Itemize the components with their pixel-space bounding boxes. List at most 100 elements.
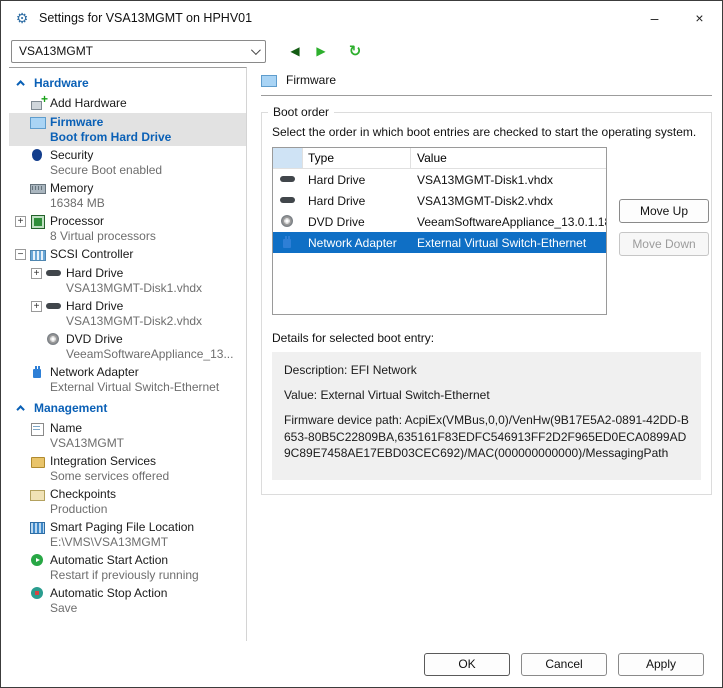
minimize-button[interactable]: – — [632, 1, 677, 35]
sidebar-item-add-hardware[interactable]: Add Hardware — [9, 94, 246, 113]
item-label: Security — [50, 148, 93, 162]
window-title: Settings for VSA13MGMT on HPHV01 — [39, 11, 632, 25]
apply-button[interactable]: Apply — [618, 653, 704, 676]
boot-entry-icon-cell — [273, 236, 303, 249]
section-header-management[interactable]: Management — [9, 396, 246, 419]
item-sublabel: VeeamSoftwareAppliance_13... — [31, 347, 246, 361]
item-label: Automatic Stop Action — [50, 586, 167, 600]
sidebar-item-hard-drive[interactable]: +Hard DriveVSA13MGMT-Disk1.vhdx — [9, 264, 246, 297]
network-adapter-icon — [280, 236, 296, 249]
sidebar-item-automatic-stop-action[interactable]: Automatic Stop ActionSave — [9, 584, 246, 617]
close-button[interactable]: × — [677, 1, 722, 35]
vm-selector-value: VSA13MGMT — [19, 44, 93, 58]
item-sublabel: Save — [15, 601, 246, 615]
toolbar: VSA13MGMT ◀ ▶ ↻ — [1, 35, 722, 67]
item-sublabel: 16384 MB — [15, 196, 246, 210]
add-hardware-icon — [30, 97, 46, 110]
boot-entry-network-adapter[interactable]: Network AdapterExternal Virtual Switch-E… — [273, 232, 606, 253]
vm-selector[interactable]: VSA13MGMT — [11, 40, 266, 63]
boot-order-table-area: Type Value Hard DriveVSA13MGMT-Disk1.vhd… — [272, 147, 701, 315]
column-header-icon — [273, 148, 303, 168]
sidebar-item-dvd-drive[interactable]: DVD DriveVeeamSoftwareAppliance_13... — [9, 330, 246, 363]
boot-entry-value: VSA13MGMT-Disk1.vhdx — [411, 173, 606, 187]
collapse-chevron-icon — [16, 80, 24, 88]
item-sublabel: Production — [15, 502, 246, 516]
item-sublabel: Secure Boot enabled — [15, 163, 246, 177]
column-header-type: Type — [303, 148, 411, 168]
tree-expander-plus-icon[interactable]: + — [31, 268, 42, 279]
content-area: HardwareAdd HardwareFirmwareBoot from Ha… — [1, 67, 722, 641]
details-device-path: Firmware device path: AcpiEx(VMBus,0,0)/… — [284, 412, 689, 461]
item-sublabel: Boot from Hard Drive — [15, 130, 246, 144]
boot-order-group: Boot order Select the order in which boo… — [261, 112, 712, 495]
boot-order-description: Select the order in which boot entries a… — [272, 125, 701, 139]
firmware-icon — [261, 74, 277, 87]
sidebar-item-firmware[interactable]: FirmwareBoot from Hard Drive — [9, 113, 246, 146]
tree-expander-minus-icon[interactable]: − — [15, 249, 26, 260]
sidebar-item-security[interactable]: SecuritySecure Boot enabled — [9, 146, 246, 179]
smart-paging-icon — [30, 521, 46, 534]
sidebar-item-automatic-start-action[interactable]: Automatic Start ActionRestart if previou… — [9, 551, 246, 584]
boot-entry-hard-drive[interactable]: Hard DriveVSA13MGMT-Disk1.vhdx — [273, 169, 606, 190]
tree-expander-spacer — [15, 522, 26, 533]
integration-services-icon — [30, 455, 46, 468]
cancel-button[interactable]: Cancel — [521, 653, 607, 676]
page-title: Firmware — [286, 73, 336, 87]
processor-icon — [30, 215, 46, 228]
move-down-button[interactable]: Move Down — [619, 232, 709, 256]
tree-expander-plus-icon[interactable]: + — [31, 301, 42, 312]
item-sublabel: VSA13MGMT-Disk2.vhdx — [31, 314, 246, 328]
chevron-down-icon — [251, 45, 261, 55]
boot-entry-type: Network Adapter — [303, 236, 411, 250]
refresh-button[interactable]: ↻ — [344, 39, 366, 63]
sidebar-item-hard-drive[interactable]: +Hard DriveVSA13MGMT-Disk2.vhdx — [9, 297, 246, 330]
boot-entry-hard-drive[interactable]: Hard DriveVSA13MGMT-Disk2.vhdx — [273, 190, 606, 211]
ok-button[interactable]: OK — [424, 653, 510, 676]
boot-entry-value: VSA13MGMT-Disk2.vhdx — [411, 194, 606, 208]
dvd-drive-icon — [280, 215, 296, 228]
tree-expander-spacer — [15, 423, 26, 434]
sidebar-item-smart-paging-file-location[interactable]: Smart Paging File LocationE:\VMS\VSA13MG… — [9, 518, 246, 551]
item-label: DVD Drive — [66, 332, 123, 346]
page-header: Firmware — [261, 71, 712, 96]
item-sublabel: Some services offered — [15, 469, 246, 483]
sidebar-item-memory[interactable]: Memory16384 MB — [9, 179, 246, 212]
sidebar-item-network-adapter[interactable]: Network AdapterExternal Virtual Switch-E… — [9, 363, 246, 396]
tree-expander-spacer — [15, 489, 26, 500]
memory-icon — [30, 182, 46, 195]
name-icon — [30, 422, 46, 435]
tree-expander-spacer — [15, 117, 26, 128]
boot-entry-type: Hard Drive — [303, 173, 411, 187]
section-label: Hardware — [34, 76, 89, 90]
navigate-back-button[interactable]: ◀ — [284, 39, 306, 63]
item-sublabel: 8 Virtual processors — [15, 229, 246, 243]
boot-order-table[interactable]: Type Value Hard DriveVSA13MGMT-Disk1.vhd… — [272, 147, 607, 315]
item-label: Network Adapter — [50, 365, 139, 379]
item-sublabel: E:\VMS\VSA13MGMT — [15, 535, 246, 549]
tree-expander-plus-icon[interactable]: + — [15, 216, 26, 227]
sidebar-item-name[interactable]: NameVSA13MGMT — [9, 419, 246, 452]
settings-gear-icon: ⚙ — [13, 10, 31, 27]
navigate-forward-button[interactable]: ▶ — [310, 39, 332, 63]
tree-expander-spacer — [15, 555, 26, 566]
item-sublabel: VSA13MGMT-Disk1.vhdx — [31, 281, 246, 295]
titlebar: ⚙ Settings for VSA13MGMT on HPHV01 – × — [1, 1, 722, 35]
sidebar-item-scsi-controller[interactable]: − SCSI Controller — [9, 245, 246, 264]
boot-order-group-label: Boot order — [268, 105, 334, 119]
item-label: Processor — [50, 214, 104, 228]
sidebar-item-processor[interactable]: + Processor8 Virtual processors — [9, 212, 246, 245]
boot-entry-icon-cell — [273, 173, 303, 186]
sidebar-item-checkpoints[interactable]: CheckpointsProduction — [9, 485, 246, 518]
tree-expander-spacer — [31, 334, 42, 345]
tree-expander-spacer — [15, 456, 26, 467]
hard-drive-icon — [280, 194, 296, 207]
move-up-button[interactable]: Move Up — [619, 199, 709, 223]
item-label: SCSI Controller — [50, 247, 133, 261]
section-label: Management — [34, 401, 107, 415]
sidebar-item-integration-services[interactable]: Integration ServicesSome services offere… — [9, 452, 246, 485]
tree-expander-spacer — [15, 367, 26, 378]
boot-entry-dvd-drive[interactable]: DVD DriveVeeamSoftwareAppliance_13.0.1.1… — [273, 211, 606, 232]
item-label: Memory — [50, 181, 93, 195]
details-description: Description: EFI Network — [284, 362, 689, 378]
collapse-chevron-icon — [16, 405, 24, 413]
